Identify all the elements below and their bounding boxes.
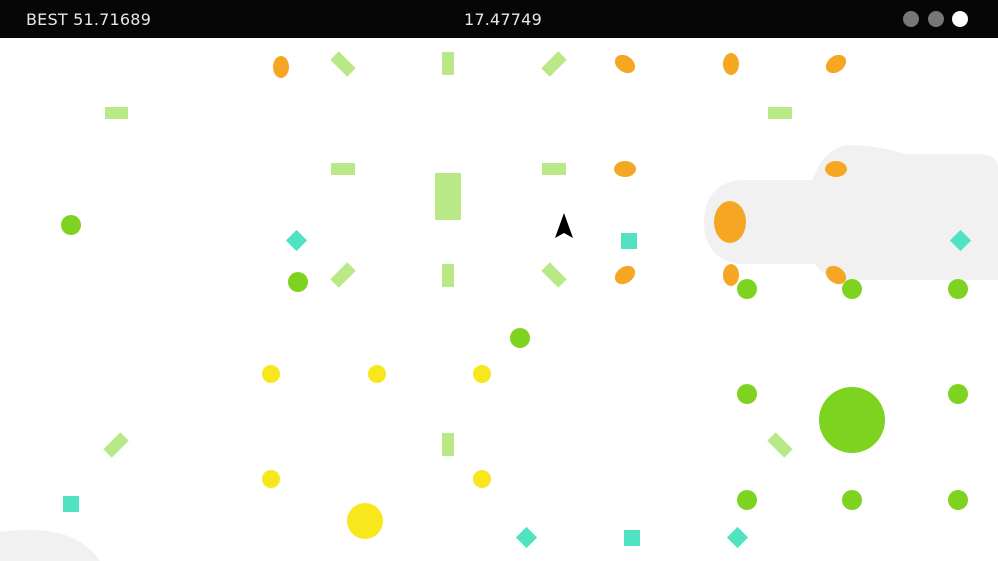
player-arrow-icon [555, 213, 573, 238]
light-green-bar [442, 433, 454, 456]
top-bar: BEST 51.71689 17.47749 [0, 0, 998, 38]
green-circle [948, 279, 968, 299]
orange-ellipse [714, 201, 746, 243]
game-canvas[interactable] [0, 38, 998, 561]
yellow-circle [368, 365, 386, 383]
teal-square [63, 496, 79, 512]
orange-ellipse [723, 264, 739, 286]
orange-ellipse [614, 265, 636, 285]
green-circle [737, 490, 757, 510]
yellow-circle [262, 470, 280, 488]
yellow-circle [473, 470, 491, 488]
green-circle [948, 384, 968, 404]
green-circle [61, 215, 81, 235]
orange-ellipse [614, 161, 636, 177]
light-green-bar [767, 432, 793, 458]
light-green-bar [105, 107, 128, 119]
green-circle [737, 279, 757, 299]
green-circle [737, 384, 757, 404]
teal-square [285, 229, 308, 252]
light-green-bar [442, 52, 454, 75]
green-circle [842, 490, 862, 510]
light-green-bar [541, 51, 567, 77]
light-green-bar [330, 51, 356, 77]
light-green-bar [435, 173, 461, 220]
light-green-bar [768, 107, 792, 119]
close-dot-icon[interactable] [952, 11, 968, 27]
teal-square [515, 526, 538, 549]
maximize-dot-icon[interactable] [928, 11, 944, 27]
minimize-dot-icon[interactable] [903, 11, 919, 27]
cloud [0, 529, 100, 561]
yellow-circles [262, 365, 491, 539]
light-green-bar [330, 262, 356, 288]
orange-ellipse [723, 53, 739, 75]
orange-ellipse [825, 54, 847, 74]
light-green-bar [442, 264, 454, 287]
best-score-value: 51.71689 [73, 10, 152, 29]
yellow-circle [262, 365, 280, 383]
yellow-circle [347, 503, 383, 539]
teal-square [621, 233, 637, 249]
game-playfield[interactable] [0, 38, 998, 561]
light-green-bar [542, 163, 566, 175]
light-green-bar [541, 262, 567, 288]
orange-ellipse [825, 161, 847, 177]
green-circle [948, 490, 968, 510]
best-score: BEST 51.71689 [26, 10, 151, 29]
teal-square [624, 530, 640, 546]
green-circle [819, 387, 885, 453]
green-circle [842, 279, 862, 299]
orange-ellipse [614, 54, 636, 74]
teal-square [726, 526, 749, 549]
orange-ellipse [273, 56, 289, 78]
green-circle [288, 272, 308, 292]
light-green-bar [331, 163, 355, 175]
light-green-bar [103, 432, 129, 458]
current-score: 17.47749 [464, 10, 542, 29]
light-green-bars [103, 51, 793, 458]
yellow-circle [473, 365, 491, 383]
green-circle [510, 328, 530, 348]
best-label: BEST [26, 10, 68, 29]
